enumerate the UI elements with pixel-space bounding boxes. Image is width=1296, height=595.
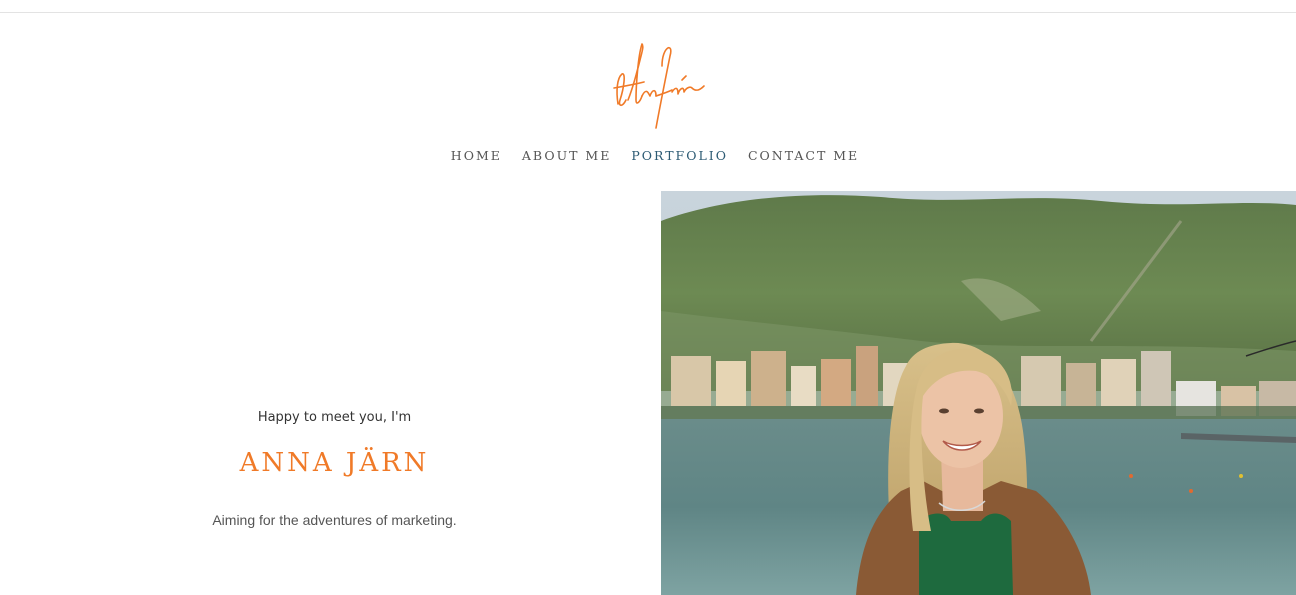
nav-home[interactable]: HOME xyxy=(451,148,502,163)
hero-photo xyxy=(661,191,1296,595)
hero-greeting: Happy to meet you, I'm xyxy=(257,410,412,425)
top-divider xyxy=(0,12,1296,13)
signature-logo[interactable] xyxy=(600,36,715,136)
nav-contact-me[interactable]: CONTACT ME xyxy=(748,148,859,163)
main-nav: HOME ABOUT ME PORTFOLIO CONTACT ME xyxy=(0,148,1296,163)
nav-portfolio[interactable]: PORTFOLIO xyxy=(631,148,728,163)
hero-tagline: Aiming for the adventures of marketing. xyxy=(212,512,457,528)
hero-name: ANNA JÄRN xyxy=(239,448,430,478)
nav-about-me[interactable]: ABOUT ME xyxy=(522,148,611,163)
